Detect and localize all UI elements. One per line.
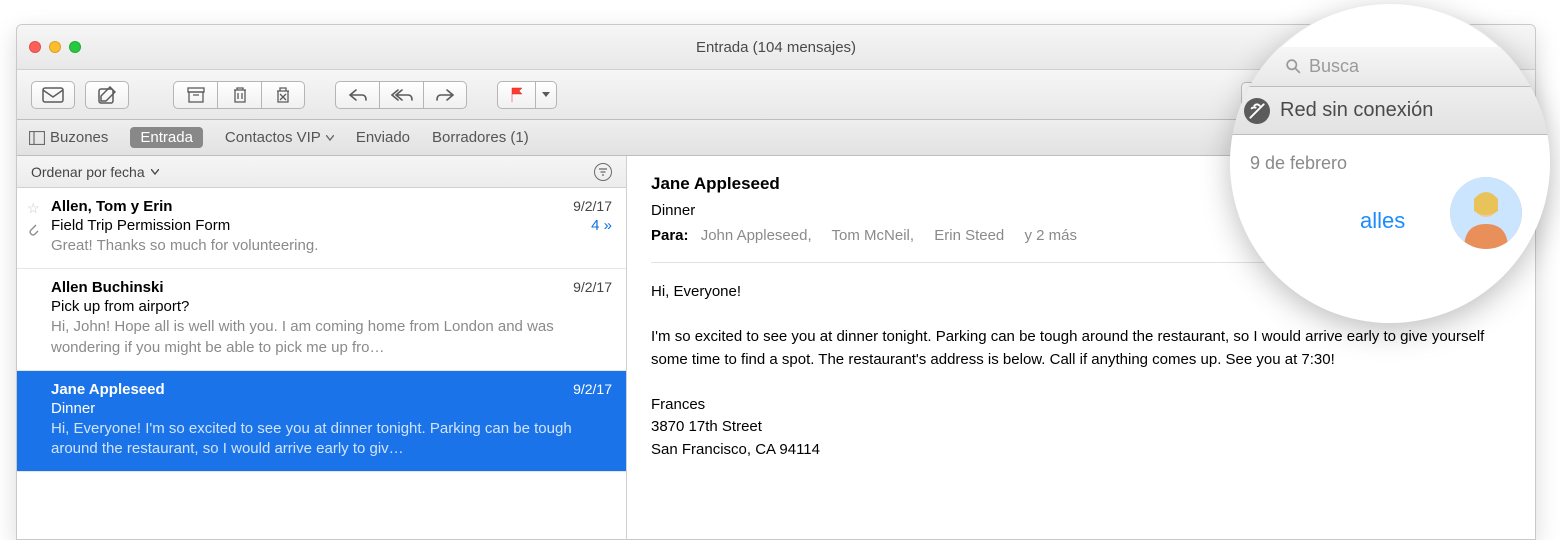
sort-bar: Ordenar por fecha [17, 156, 626, 188]
magnifier-toolbar: Busca [1230, 47, 1550, 87]
to-label: Para: [651, 227, 689, 244]
archive-button[interactable] [173, 81, 217, 109]
forward-button[interactable] [423, 81, 467, 109]
compose-button[interactable] [85, 81, 129, 109]
offline-icon [1244, 98, 1270, 124]
flag-group [497, 81, 557, 109]
mailboxes-button[interactable]: Buzones [29, 129, 108, 146]
message-date: 9/2/17 [573, 279, 612, 295]
magnifier-offline-label: Red sin conexión [1280, 99, 1433, 122]
recipient[interactable]: Tom McNeil, [832, 227, 915, 244]
magnifier-search: Busca [1286, 56, 1359, 77]
message-item[interactable]: Allen Buchinski 9/2/17 Pick up from airp… [17, 269, 626, 371]
window-controls [29, 41, 81, 53]
flag-button[interactable] [497, 81, 535, 109]
message-sender: Allen, Tom y Erin [51, 198, 172, 215]
message-subject: Dinner [51, 400, 95, 417]
star-icon[interactable]: ☆ [27, 200, 40, 217]
magnifier-avatar [1450, 177, 1522, 249]
sort-dropdown[interactable]: Ordenar por fecha [31, 164, 159, 180]
attachment-icon [27, 222, 39, 239]
minimize-window-button[interactable] [49, 41, 61, 53]
reply-all-button[interactable] [379, 81, 423, 109]
archive-delete-group [173, 81, 305, 109]
recipients-more[interactable]: y 2 más [1024, 227, 1077, 244]
search-icon [1286, 59, 1301, 74]
tab-vip[interactable]: Contactos VIP [225, 129, 334, 146]
reply-forward-group [335, 81, 467, 109]
thread-count[interactable]: 4 » [591, 217, 612, 234]
tab-inbox[interactable]: Entrada [130, 127, 203, 148]
message-item-selected[interactable]: Jane Appleseed 9/2/17 Dinner Hi, Everyon… [17, 371, 626, 473]
chevron-down-icon [326, 135, 334, 141]
junk-button[interactable] [261, 81, 305, 109]
close-window-button[interactable] [29, 41, 41, 53]
magnifier-offline-row: Red sin conexión [1230, 87, 1550, 135]
message-preview: Great! Thanks so much for volunteering. [51, 236, 612, 256]
message-subject: Field Trip Permission Form [51, 217, 230, 234]
message-list: Ordenar por fecha ☆ Allen, Tom y Erin 9/… [17, 156, 627, 539]
message-sender: Jane Appleseed [51, 381, 165, 398]
reply-button[interactable] [335, 81, 379, 109]
magnifier-date: 9 de febrero [1250, 153, 1347, 174]
message-subject: Pick up from airport? [51, 298, 189, 315]
get-mail-button[interactable] [31, 81, 75, 109]
message-preview: Hi, John! Hope all is well with you. I a… [51, 317, 612, 358]
message-date: 9/2/17 [573, 198, 612, 214]
mailboxes-label: Buzones [50, 129, 108, 146]
tab-sent[interactable]: Enviado [356, 129, 410, 146]
recipient[interactable]: John Appleseed, [701, 227, 812, 244]
magnifier-callout: Busca Red sin conexión 9 de febrero alle… [1230, 3, 1550, 323]
delete-button[interactable] [217, 81, 261, 109]
filter-button[interactable] [594, 163, 612, 181]
flag-dropdown[interactable] [535, 81, 557, 109]
maximize-window-button[interactable] [69, 41, 81, 53]
window-title: Entrada (104 mensajes) [696, 39, 856, 56]
message-preview: Hi, Everyone! I'm so excited to see you … [51, 419, 612, 460]
tab-drafts[interactable]: Borradores (1) [432, 129, 529, 146]
chevron-down-icon [151, 169, 159, 175]
recipient[interactable]: Erin Steed [934, 227, 1004, 244]
message-item[interactable]: ☆ Allen, Tom y Erin 9/2/17 Field Trip Pe… [17, 188, 626, 269]
magnifier-details: alles [1360, 208, 1405, 234]
message-sender: Allen Buchinski [51, 279, 164, 296]
message-date: 9/2/17 [573, 381, 612, 397]
